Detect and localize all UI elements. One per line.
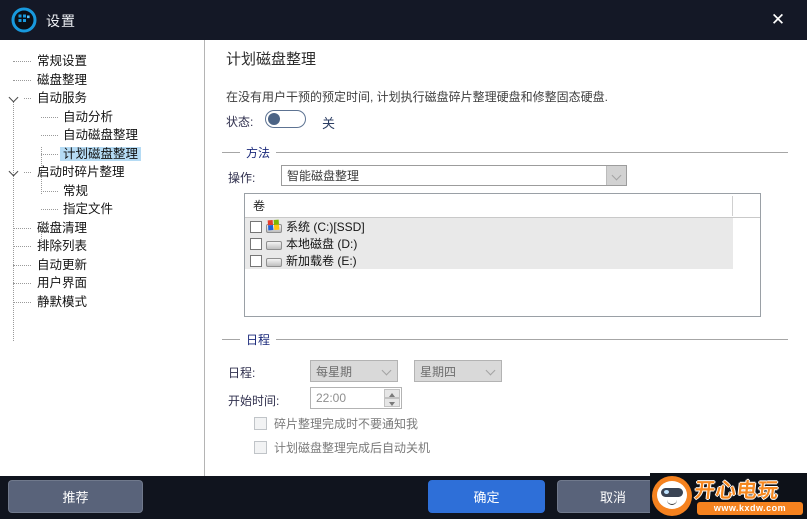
watermark-url: www.kxdw.com	[697, 502, 803, 515]
operation-label: 操作:	[228, 171, 256, 185]
weekday-dropdown[interactable]: 星期四	[414, 360, 502, 382]
volume-label: 新加载卷 (E:)	[286, 254, 357, 268]
watermark-title: 开心电玩	[693, 480, 780, 502]
schedule-label: 日程:	[228, 366, 256, 380]
main-panel: 计划磁盘整理 在没有用户干预的预定时间, 计划执行磁盘碎片整理硬盘和修整固态硬盘…	[206, 40, 807, 476]
sidebar-item-boot-defrag[interactable]: 启动时碎片整理	[0, 163, 204, 182]
spinner-down-icon[interactable]	[384, 398, 400, 407]
settings-window: 设置 ✕ 常规设置 磁盘整理 自动服务 自动分析 自动磁盘整理 计划磁盘整理 启…	[0, 0, 807, 519]
schedule-group-label: 日程	[246, 332, 271, 347]
frequency-dropdown[interactable]: 每星期	[310, 360, 398, 382]
mascot-icon	[652, 476, 692, 516]
shutdown-checkbox-row[interactable]: 计划磁盘整理完成后自动关机	[254, 439, 430, 456]
sidebar-item-disk-cleanup[interactable]: 磁盘清理	[0, 219, 204, 238]
volume-row[interactable]: 系统 (C:)[SSD]	[245, 218, 733, 235]
chevron-down-icon[interactable]	[9, 94, 19, 104]
notify-checkbox[interactable]	[254, 417, 267, 430]
start-time-spinner[interactable]: 22:00	[310, 387, 402, 409]
frequency-dropdown-value: 每星期	[316, 364, 353, 379]
shutdown-checkbox-label: 计划磁盘整理完成后自动关机	[274, 441, 431, 455]
sidebar-item-exclusion-list[interactable]: 排除列表	[0, 237, 204, 256]
sidebar-item-auto-analysis[interactable]: 自动分析	[0, 108, 204, 127]
volume-label: 本地磁盘 (D:)	[286, 237, 358, 251]
sidebar-item-general-settings[interactable]: 常规设置	[0, 52, 204, 71]
sidebar-item-boot-general[interactable]: 常规	[0, 182, 204, 201]
system-drive-icon	[266, 219, 282, 233]
recommend-button[interactable]: 推荐	[8, 480, 143, 513]
sidebar-item-user-interface[interactable]: 用户界面	[0, 274, 204, 293]
status-toggle[interactable]	[265, 110, 306, 128]
status-value: 关	[322, 116, 336, 131]
weekday-dropdown-value: 星期四	[420, 364, 457, 379]
volume-row[interactable]: 本地磁盘 (D:)	[245, 235, 733, 252]
sidebar-item-disk-defrag[interactable]: 磁盘整理	[0, 71, 204, 90]
sidebar-item-specified-files[interactable]: 指定文件	[0, 200, 204, 219]
start-time-value: 22:00	[316, 391, 347, 405]
settings-tree: 常规设置 磁盘整理 自动服务 自动分析 自动磁盘整理 计划磁盘整理 启动时碎片整…	[0, 40, 204, 476]
toggle-knob	[268, 112, 280, 125]
chevron-down-icon[interactable]	[606, 166, 626, 185]
volume-column-header[interactable]: 卷	[245, 194, 760, 218]
start-time-label: 开始时间:	[228, 394, 280, 408]
drive-icon	[266, 255, 282, 267]
volume-row[interactable]: 新加载卷 (E:)	[245, 252, 733, 269]
chevron-down-icon[interactable]	[9, 168, 19, 178]
notify-checkbox-label: 碎片整理完成时不要通知我	[274, 417, 419, 431]
volume-label: 系统 (C:)[SSD]	[286, 220, 365, 234]
sidebar-item-silent-mode[interactable]: 静默模式	[0, 293, 204, 312]
shutdown-checkbox[interactable]	[254, 441, 267, 454]
close-icon[interactable]: ✕	[757, 0, 799, 40]
page-description: 在没有用户干预的预定时间, 计划执行磁盘碎片整理硬盘和修整固态硬盘.	[226, 90, 609, 104]
operation-dropdown-value: 智能磁盘整理	[287, 169, 360, 183]
chevron-down-icon	[481, 361, 501, 381]
volume-checkbox[interactable]	[250, 237, 262, 250]
volume-checkbox[interactable]	[250, 220, 262, 233]
volume-checkbox[interactable]	[250, 254, 262, 267]
drive-icon	[266, 238, 282, 250]
volume-list[interactable]: 卷 系统 (C:)[SSD] 本地磁盘 (D:) 新加载卷 (E:)	[244, 193, 761, 317]
page-title: 计划磁盘整理	[226, 51, 317, 68]
app-logo-icon	[11, 7, 37, 33]
window-title: 设置	[46, 13, 76, 29]
status-label: 状态:	[226, 115, 254, 129]
schedule-group-separator: 日程	[222, 331, 788, 347]
operation-dropdown[interactable]: 智能磁盘整理	[281, 165, 627, 186]
method-group-label: 方法	[246, 145, 271, 160]
sidebar-item-auto-update[interactable]: 自动更新	[0, 256, 204, 275]
notify-checkbox-row[interactable]: 碎片整理完成时不要通知我	[254, 415, 418, 432]
chevron-down-icon	[377, 361, 397, 381]
method-group-separator: 方法	[222, 144, 788, 160]
settings-sidebar: 常规设置 磁盘整理 自动服务 自动分析 自动磁盘整理 计划磁盘整理 启动时碎片整…	[0, 40, 205, 476]
ok-button[interactable]: 确定	[428, 480, 545, 513]
title-bar: 设置 ✕	[0, 0, 807, 40]
sidebar-item-auto-disk-defrag[interactable]: 自动磁盘整理	[0, 126, 204, 145]
sidebar-item-auto-service[interactable]: 自动服务	[0, 89, 204, 108]
kxdw-watermark: 开心电玩 www.kxdw.com	[650, 473, 807, 519]
column-divider	[732, 196, 733, 216]
sidebar-item-scheduled-defrag[interactable]: 计划磁盘整理	[0, 145, 204, 164]
spinner-up-icon[interactable]	[384, 389, 400, 398]
